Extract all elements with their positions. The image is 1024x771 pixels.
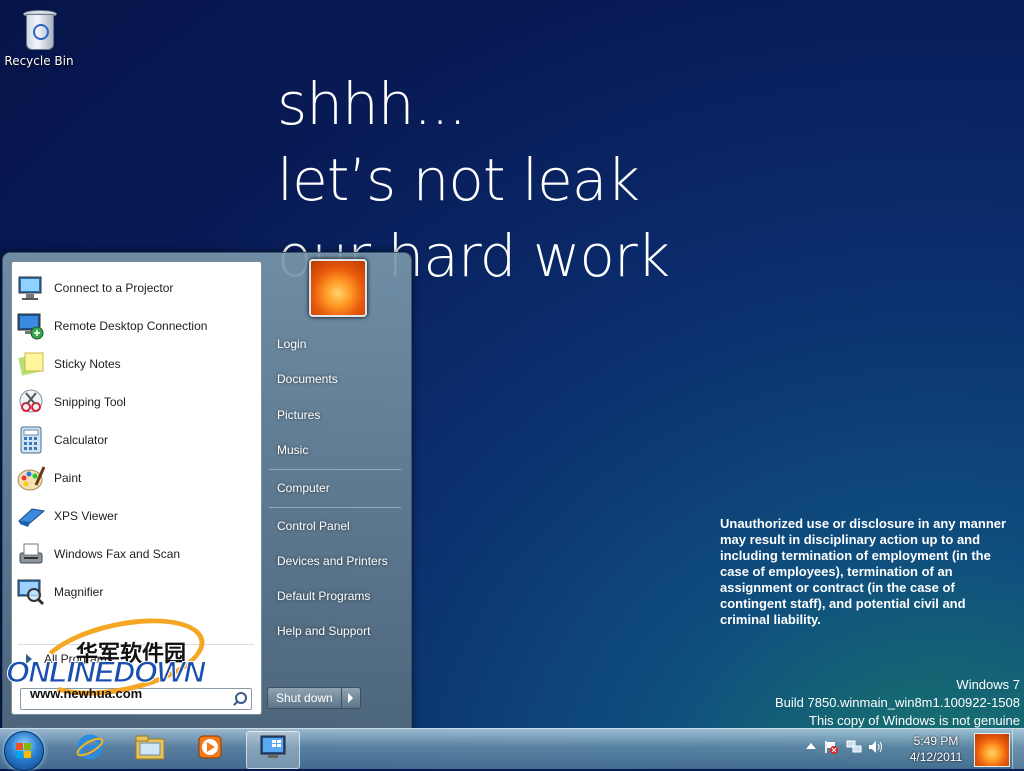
remote-desktop-icon (16, 311, 46, 341)
program-label: Magnifier (54, 585, 104, 599)
program-label: Windows Fax and Scan (54, 547, 181, 561)
snipping-tool-icon (16, 387, 46, 417)
search-icon[interactable] (231, 691, 247, 707)
windows-logo-icon (16, 743, 32, 759)
show-desktop-button[interactable] (1012, 729, 1024, 769)
recycle-bin-icon (21, 6, 57, 50)
program-label: Connect to a Projector (54, 281, 174, 295)
logo-url-text: www.newhua.com (30, 686, 143, 701)
build-watermark: Windows 7 Build 7850.winmain_win8m1.1009… (775, 676, 1020, 730)
program-magnifier[interactable]: Magnifier (16, 574, 254, 610)
network-icon[interactable] (846, 739, 862, 753)
program-label: XPS Viewer (54, 509, 118, 523)
site-watermark-logo: 华军软件园 ONLINEDOWN www.newhua.com (5, 605, 212, 709)
media-player-icon (195, 732, 225, 766)
taskbar: 5:49 PM 4/12/2011 (0, 728, 1024, 771)
legal-warning: Unauthorized use or disclosure in any ma… (720, 516, 1007, 627)
program-fax-scan[interactable]: Windows Fax and Scan (16, 536, 254, 572)
explorer-folder-icon (134, 733, 166, 765)
start-item-documents[interactable]: Documents (269, 364, 401, 394)
start-item-computer[interactable]: Computer (269, 473, 401, 503)
taskbar-clock[interactable]: 5:49 PM 4/12/2011 (904, 733, 968, 765)
shutdown-options-arrow-icon[interactable] (341, 687, 361, 709)
tray-user-picture[interactable] (974, 733, 1010, 767)
system-tray (806, 739, 882, 754)
program-label: Remote Desktop Connection (54, 319, 208, 333)
xps-viewer-icon (16, 501, 46, 531)
start-item-pictures[interactable]: Pictures (269, 400, 401, 430)
program-remote-desktop[interactable]: Remote Desktop Connection (16, 308, 254, 344)
program-connect-projector[interactable]: Connect to a Projector (16, 270, 254, 306)
program-snipping-tool[interactable]: Snipping Tool (16, 384, 254, 420)
program-calculator[interactable]: Calculator (16, 422, 254, 458)
paint-icon (16, 463, 46, 493)
internet-explorer-icon (75, 732, 105, 766)
remote-desktop-icon (258, 733, 288, 767)
wallpaper-line-1: shhh... (277, 70, 467, 138)
fax-scan-icon (16, 539, 46, 569)
calculator-icon (16, 425, 46, 455)
taskbar-windows-explorer[interactable] (124, 731, 176, 767)
program-label: Calculator (54, 433, 109, 447)
program-label: Sticky Notes (54, 357, 121, 371)
shutdown-button[interactable]: Shut down (267, 687, 342, 709)
program-label: Snipping Tool (54, 395, 126, 409)
start-item-default-programs[interactable]: Default Programs (269, 581, 401, 611)
show-hidden-icons-icon[interactable] (806, 743, 816, 749)
start-button[interactable] (4, 731, 44, 771)
recycle-bin-label: Recycle Bin (4, 54, 74, 68)
program-paint[interactable]: Paint (16, 460, 254, 496)
program-sticky-notes[interactable]: Sticky Notes (16, 346, 254, 382)
clock-time: 5:49 PM (913, 734, 959, 748)
right-separator (269, 469, 401, 470)
recycle-bin[interactable]: Recycle Bin (4, 6, 74, 68)
volume-icon[interactable] (868, 739, 882, 753)
taskbar-remote-desktop[interactable] (246, 731, 300, 769)
start-item-music[interactable]: Music (269, 435, 401, 465)
wallpaper-line-2: let’s not leak (277, 146, 640, 214)
watermark-os: Windows 7 (956, 677, 1020, 692)
shutdown-group: Shut down (267, 687, 361, 709)
start-item-help-support[interactable]: Help and Support (269, 616, 401, 646)
action-center-flag-icon[interactable] (824, 739, 838, 754)
start-item-control-panel[interactable]: Control Panel (269, 511, 401, 541)
sticky-notes-icon (16, 349, 46, 379)
magnifier-icon (16, 577, 46, 607)
projector-icon (16, 273, 46, 303)
program-label: Paint (54, 471, 82, 485)
clock-date: 4/12/2011 (909, 750, 963, 764)
start-item-devices-printers[interactable]: Devices and Printers (269, 546, 401, 576)
taskbar-media-player[interactable] (184, 731, 236, 767)
user-account-picture[interactable] (309, 259, 367, 317)
program-xps-viewer[interactable]: XPS Viewer (16, 498, 254, 534)
taskbar-internet-explorer[interactable] (64, 731, 116, 767)
watermark-build: Build 7850.winmain_win8m1.100922-1508 (774, 695, 1020, 710)
start-item-login[interactable]: Login (269, 329, 401, 359)
right-separator (269, 507, 401, 508)
logo-brand-text: ONLINEDOWN (5, 656, 205, 690)
